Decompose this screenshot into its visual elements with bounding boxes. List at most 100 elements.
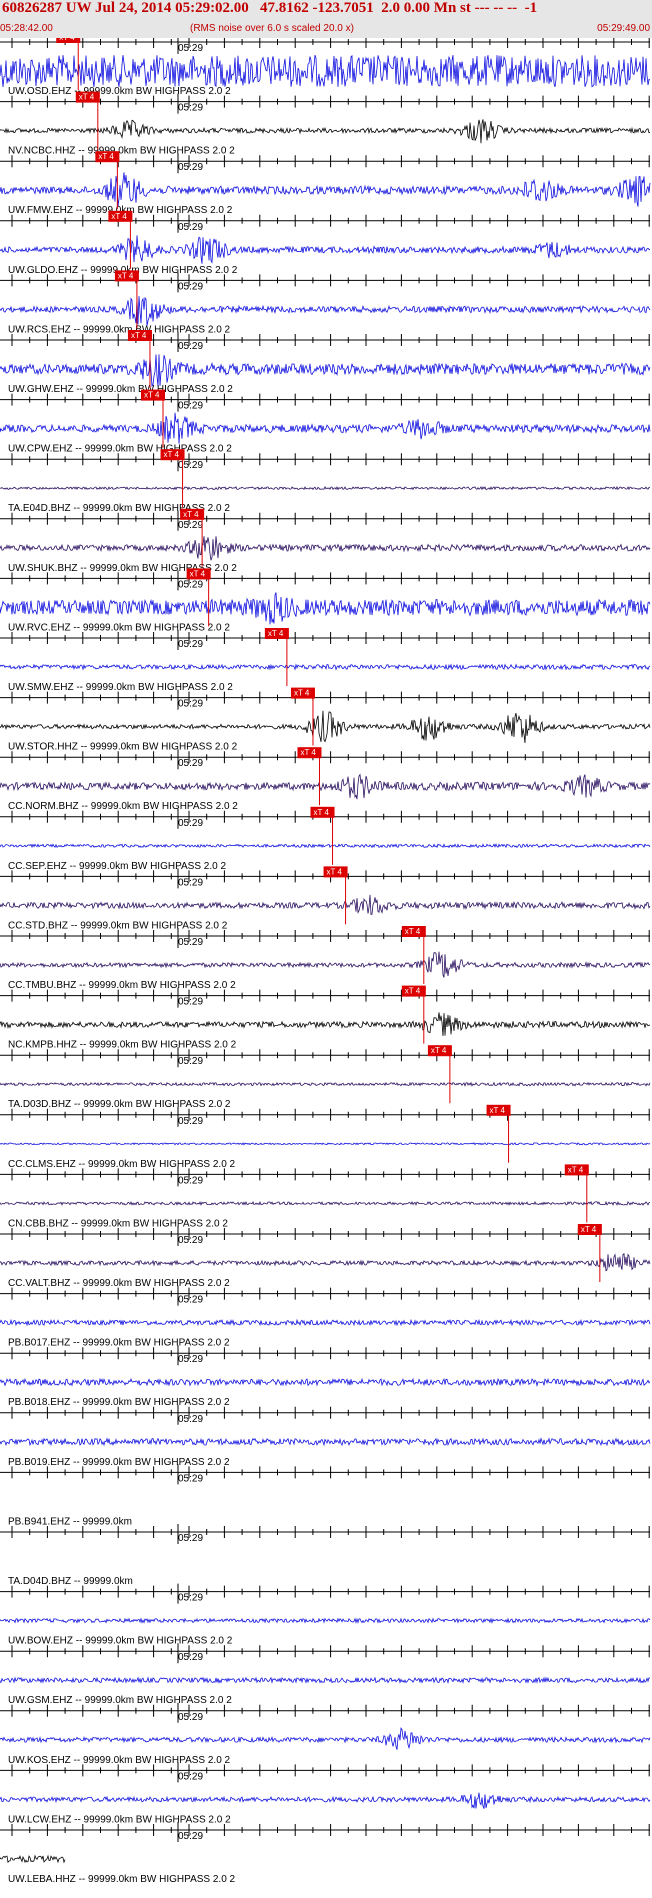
- station-label: PB.B019.EHZ -- 99999.0km BW HIGHPASS 2.0…: [8, 1457, 230, 1468]
- minute-label: 05:29: [178, 1771, 203, 1782]
- station-label: UW.BOW.EHZ -- 99999.0km BW HIGHPASS 2.0 …: [8, 1636, 233, 1647]
- minute-label: 05:29: [178, 520, 203, 531]
- minute-label: 05:29: [178, 877, 203, 888]
- waveform: [0, 843, 651, 849]
- minute-label: 05:29: [178, 401, 203, 412]
- seismogram-plot: 05:29 UW.OSD.EHZ -- 99999.0km BW HIGHPASS…: [0, 38, 651, 1885]
- pick-label: xT 4: [111, 212, 127, 221]
- minute-label: 05:29: [178, 1354, 203, 1365]
- event-title: 60826287 UW Jul 24, 2014 05:29:02.00 47.…: [2, 0, 538, 16]
- minute-label: 05:29: [178, 222, 203, 233]
- minute-label: 05:29: [178, 1175, 203, 1186]
- pick-label: xT 4: [405, 927, 421, 936]
- minute-label: 05:29: [178, 341, 203, 352]
- waveform: [0, 1200, 651, 1206]
- minute-label: 05:29: [178, 1652, 203, 1663]
- minute-label: 05:29: [178, 460, 203, 471]
- minute-label: 05:29: [178, 281, 203, 292]
- pick-label: xT 4: [300, 748, 316, 757]
- waveform: [0, 894, 651, 916]
- start-time: 05:28:42.00: [0, 23, 53, 34]
- pick-label: xT 4: [190, 569, 206, 578]
- minute-label: 05:29: [178, 699, 203, 710]
- waveform: [0, 1142, 651, 1146]
- waveform: [0, 1377, 651, 1387]
- waveform: [0, 1854, 66, 1864]
- minute-label: 05:29: [178, 639, 203, 650]
- rms-note: (RMS noise over 6.0 s scaled 20.0 x): [190, 23, 354, 34]
- pick-label: xT 4: [118, 271, 134, 280]
- waveform: [0, 235, 651, 264]
- station-label: UW.GSM.EHZ -- 99999.0km BW HIGHPASS 2.0 …: [8, 1695, 232, 1706]
- station-label: CC.CLMS.EHZ -- 99999.0km BW HIGHPASS 2.0…: [8, 1159, 236, 1170]
- station-label: NV.NCBC.HHZ -- 99999.0km BW HIGHPASS 2.0…: [8, 146, 235, 157]
- station-label: CC.NORM.BHZ -- 99999.0km BW HIGHPASS 2.0…: [8, 801, 238, 812]
- seismogram-header: 60826287 UW Jul 24, 2014 05:29:02.00 47.…: [0, 0, 652, 38]
- minute-label: 05:29: [178, 997, 203, 1008]
- minute-label: 05:29: [178, 937, 203, 948]
- pick-label: xT 4: [581, 1225, 597, 1234]
- pick-label: xT 4: [405, 987, 421, 996]
- waveform: [0, 1676, 651, 1684]
- waveform: [0, 710, 651, 743]
- minute-label: 05:29: [178, 1712, 203, 1723]
- station-label: UW.LEBA.HHZ -- 99999.0km BW HIGHPASS 2.0…: [8, 1874, 236, 1885]
- pick-label: xT 4: [144, 391, 160, 400]
- station-label: UW.GHW.EHZ -- 99999.0km BW HIGHPASS 2.0 …: [8, 384, 233, 395]
- pick-label: xT 4: [98, 152, 114, 161]
- station-label: UW.KOS.EHZ -- 99999.0km BW HIGHPASS 2.0 …: [8, 1755, 231, 1766]
- waveform: [0, 296, 651, 326]
- pick-label: xT 4: [59, 38, 75, 42]
- station-label: CC.VALT.BHZ -- 99999.0km BW HIGHPASS 2.0…: [8, 1278, 230, 1289]
- pick-label: xT 4: [327, 867, 343, 876]
- waveform: [0, 172, 651, 207]
- waveform: [0, 412, 651, 444]
- station-label: PB.B017.EHZ -- 99999.0km BW HIGHPASS 2.0…: [8, 1338, 230, 1349]
- waveform: [0, 1318, 651, 1327]
- station-label: UW.OSD.EHZ -- 99999.0km BW HIGHPASS 2.0 …: [8, 86, 231, 97]
- pick-label: xT 4: [314, 808, 330, 817]
- minute-label: 05:29: [178, 1056, 203, 1067]
- minute-label: 05:29: [178, 1593, 203, 1604]
- minute-label: 05:29: [178, 1473, 203, 1484]
- minute-label: 05:29: [178, 1235, 203, 1246]
- minute-label: 05:29: [178, 1831, 203, 1842]
- pick-label: xT 4: [431, 1046, 447, 1055]
- station-label: CC.TMBU.BHZ -- 99999.0km BW HIGHPASS 2.0…: [8, 980, 236, 991]
- pick-label: xT 4: [568, 1165, 584, 1174]
- station-label: NC.KMPB.HHZ -- 99999.0km BW HIGHPASS 2.0…: [8, 1040, 237, 1051]
- waveform: [0, 54, 651, 88]
- pick-label: xT 4: [131, 331, 147, 340]
- waveform: [0, 1617, 651, 1624]
- waveform: [0, 1081, 651, 1087]
- minute-label: 05:29: [178, 818, 203, 829]
- pick-label: xT 4: [294, 689, 310, 698]
- end-time: 05:29:49.00: [597, 23, 650, 34]
- waveform: [0, 773, 651, 800]
- minute-label: 05:29: [178, 162, 203, 173]
- minute-label: 05:29: [178, 1116, 203, 1127]
- waveform: [0, 951, 651, 978]
- waveform: [0, 485, 651, 491]
- waveform: [0, 592, 651, 625]
- waveform: [0, 1252, 651, 1272]
- minute-label: 05:29: [178, 1533, 203, 1544]
- waveform: [0, 536, 651, 561]
- pick-label: xT 4: [164, 450, 180, 459]
- waveform: [0, 354, 651, 387]
- station-label: UW.RVC.EHZ -- 99999.0km BW HIGHPASS 2.0 …: [8, 622, 230, 633]
- minute-label: 05:29: [178, 579, 203, 590]
- station-label: CC.SEP.EHZ -- 99999.0km BW HIGHPASS 2.0 …: [8, 861, 226, 872]
- station-label: UW.CPW.EHZ -- 99999.0km BW HIGHPASS 2.0 …: [8, 444, 232, 455]
- station-label: UW.RCS.EHZ -- 99999.0km BW HIGHPASS 2.0 …: [8, 324, 231, 335]
- station-label: UW.LCW.EHZ -- 99999.0km BW HIGHPASS 2.0 …: [8, 1814, 231, 1825]
- pick-label: xT 4: [183, 510, 199, 519]
- waveform: [0, 663, 651, 671]
- station-label: TA.D03D.BHZ -- 99999.0km BW HIGHPASS 2.0…: [8, 1099, 231, 1110]
- waveform: [0, 1012, 651, 1037]
- minute-label: 05:29: [178, 1295, 203, 1306]
- waveform: [0, 1437, 651, 1447]
- station-label: CC.STD.BHZ -- 99999.0km BW HIGHPASS 2.0 …: [8, 920, 228, 931]
- station-label: PB.B941.EHZ -- 99999.0km: [8, 1516, 132, 1527]
- station-label: PB.B018.EHZ -- 99999.0km BW HIGHPASS 2.0…: [8, 1397, 230, 1408]
